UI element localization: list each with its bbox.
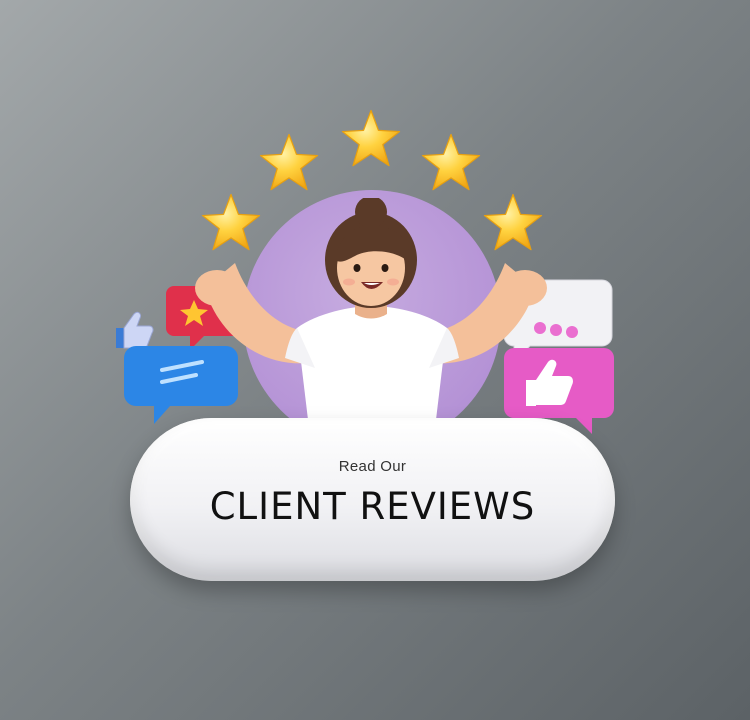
- smiling-woman-illustration: [195, 198, 547, 428]
- banner-headline: CLIENT REVIEWS: [209, 485, 536, 528]
- reviews-banner: Read Our CLIENT REVIEWS: [130, 418, 615, 581]
- star-icon: [258, 132, 320, 194]
- star-icon: [340, 108, 402, 170]
- star-icon: [420, 132, 482, 194]
- client-reviews-graphic: Read Our CLIENT REVIEWS: [0, 0, 750, 720]
- banner-kicker: Read Our: [338, 458, 407, 475]
